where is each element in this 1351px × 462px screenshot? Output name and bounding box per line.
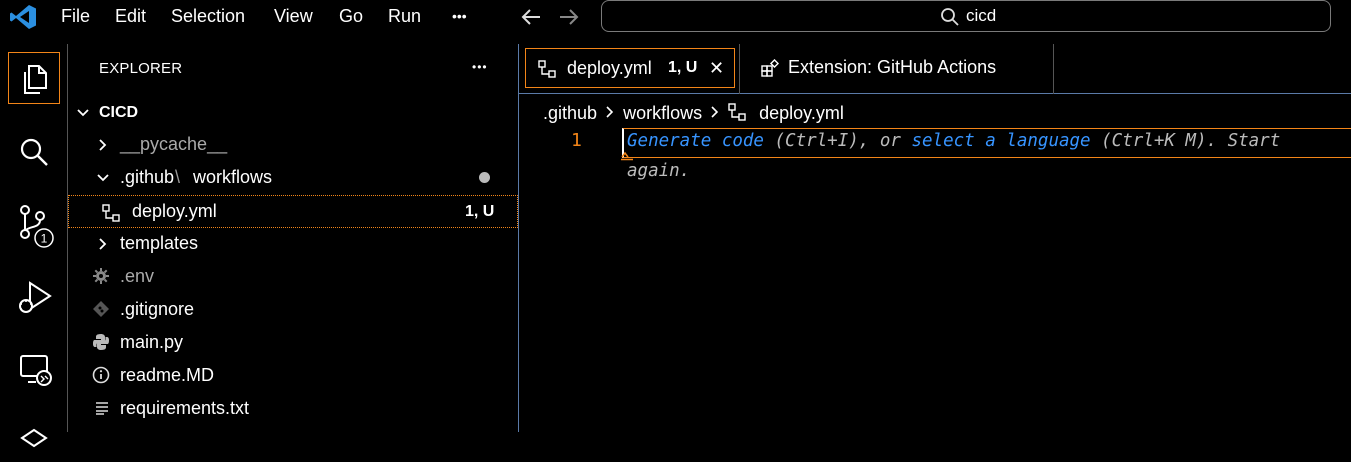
menu-view[interactable]: View xyxy=(274,0,313,33)
tree-item-readme[interactable]: readme.MD xyxy=(68,359,518,392)
python-icon xyxy=(93,334,109,350)
tree-item-gitignore[interactable]: .gitignore xyxy=(68,293,518,326)
git-icon xyxy=(93,301,109,317)
chevron-down-icon xyxy=(97,174,109,182)
activity-bar: 1 xyxy=(0,44,68,448)
menu-more[interactable]: ••• xyxy=(452,0,467,33)
tree-item-label: requirements.txt xyxy=(120,398,250,418)
tab-deploy-yml[interactable]: deploy.yml 1, U ✕ xyxy=(525,48,735,88)
back-arrow-icon[interactable] xyxy=(520,7,542,27)
generate-code-link[interactable]: Generate code xyxy=(627,131,764,151)
chevron-right-icon xyxy=(99,139,107,151)
breadcrumb-github[interactable]: .github xyxy=(543,103,597,123)
menu-selection[interactable]: Selection xyxy=(171,0,245,33)
tab-extension-github-actions[interactable]: Extension: GitHub Actions xyxy=(740,48,1054,88)
search-activity[interactable] xyxy=(8,126,60,178)
chevron-down-icon xyxy=(77,109,89,117)
search-text: cicd xyxy=(966,6,997,25)
tree-item-main-py[interactable]: main.py xyxy=(68,326,518,359)
close-icon[interactable]: ✕ xyxy=(709,48,724,88)
editor-hint-line1: Generate code (Ctrl+I), or select a lang… xyxy=(627,131,1280,151)
extensions-icon xyxy=(20,428,48,448)
menu-edit[interactable]: Edit xyxy=(115,0,146,33)
gear-icon xyxy=(93,268,109,284)
explorer-title: EXPLORER xyxy=(99,60,183,77)
editor-hint-line2: again. xyxy=(627,161,690,181)
menu-run[interactable]: Run xyxy=(388,0,421,33)
yaml-file-icon xyxy=(728,103,746,121)
tree-item-label: main.py xyxy=(120,332,184,352)
forward-arrow-icon[interactable] xyxy=(558,7,580,27)
tree-item-templates[interactable]: templates xyxy=(68,227,518,260)
extension-icon xyxy=(761,59,779,77)
tree-item-requirements[interactable]: requirements.txt xyxy=(68,392,518,425)
chevron-right-icon xyxy=(711,106,719,118)
tree-item-label-sub: workflows xyxy=(193,167,273,187)
tab-label: deploy.yml xyxy=(567,58,652,78)
editor-tab-bar: deploy.yml 1, U ✕ Extension: GitHub Acti… xyxy=(519,44,1351,94)
chevron-right-icon xyxy=(99,238,107,250)
folder-root-cicd[interactable]: CICD xyxy=(68,96,518,129)
explorer-sidebar: EXPLORER ••• CICD __pycache__ .github \ … xyxy=(68,44,518,432)
tree-item-label: .env xyxy=(120,266,155,286)
sidebar-divider xyxy=(518,44,519,432)
title-bar: File Edit Selection View Go Run ••• cicd xyxy=(0,0,1351,33)
vscode-logo-icon xyxy=(10,5,36,29)
source-control-activity[interactable]: 1 xyxy=(8,194,60,248)
search-icon xyxy=(941,8,959,26)
source-control-badge: 1 xyxy=(41,232,48,246)
select-language-link[interactable]: select a language xyxy=(911,131,1090,151)
tab-separator xyxy=(1053,44,1054,94)
search-icon xyxy=(20,138,48,166)
tree-item-label: templates xyxy=(120,233,199,253)
command-center-search[interactable]: cicd xyxy=(601,0,1331,32)
breadcrumb-deploy-yml[interactable]: deploy.yml xyxy=(759,103,844,123)
root-folder-label: CICD xyxy=(99,104,139,121)
run-debug-icon xyxy=(19,281,52,313)
tree-item-label: deploy.yml xyxy=(132,201,217,221)
tree-item-deploy-yml[interactable]: deploy.yml 1, U xyxy=(68,195,518,228)
tree-item-label: .gitignore xyxy=(120,299,195,319)
tab-label: Extension: GitHub Actions xyxy=(788,57,997,77)
modified-dot-icon xyxy=(479,172,490,183)
remote-explorer-activity[interactable] xyxy=(8,342,60,394)
text-file-icon xyxy=(96,402,108,415)
tree-item-pycache[interactable]: __pycache__ xyxy=(68,128,518,161)
breadcrumb-workflows[interactable]: workflows xyxy=(623,103,702,123)
hint-text: (Ctrl+I), or xyxy=(763,131,912,151)
files-icon xyxy=(24,65,47,94)
breadcrumb: .github workflows deploy.yml xyxy=(543,99,844,127)
line-number: 1 xyxy=(571,130,582,151)
hint-text: again. xyxy=(627,161,691,181)
yaml-file-icon xyxy=(538,60,556,78)
menu-go[interactable]: Go xyxy=(339,0,363,33)
hint-text: (Ctrl+K M). Start xyxy=(1090,131,1281,151)
info-icon xyxy=(92,366,110,384)
file-status-badge: 1, U xyxy=(465,203,495,220)
yaml-file-icon xyxy=(102,204,120,222)
remote-explorer-icon xyxy=(20,355,52,386)
tree-item-env[interactable]: .env xyxy=(68,260,518,293)
tree-item-label: __pycache__ xyxy=(120,134,228,154)
tree-item-github-workflows[interactable]: .github \ workflows xyxy=(68,161,518,194)
tree-item-label: .github xyxy=(120,167,175,187)
run-debug-activity[interactable] xyxy=(8,270,60,322)
extensions-activity[interactable] xyxy=(8,410,60,462)
tree-item-label: readme.MD xyxy=(120,365,215,385)
tab-status-badge: 1, U xyxy=(668,59,698,76)
menu-file[interactable]: File xyxy=(61,0,90,33)
warning-squiggle-icon xyxy=(621,151,633,161)
chevron-right-icon xyxy=(606,106,614,118)
path-separator: \ xyxy=(175,167,181,187)
explorer-more-actions[interactable]: ••• xyxy=(472,60,488,74)
explorer-activity[interactable] xyxy=(8,52,60,104)
source-control-icon: 1 xyxy=(20,205,54,248)
